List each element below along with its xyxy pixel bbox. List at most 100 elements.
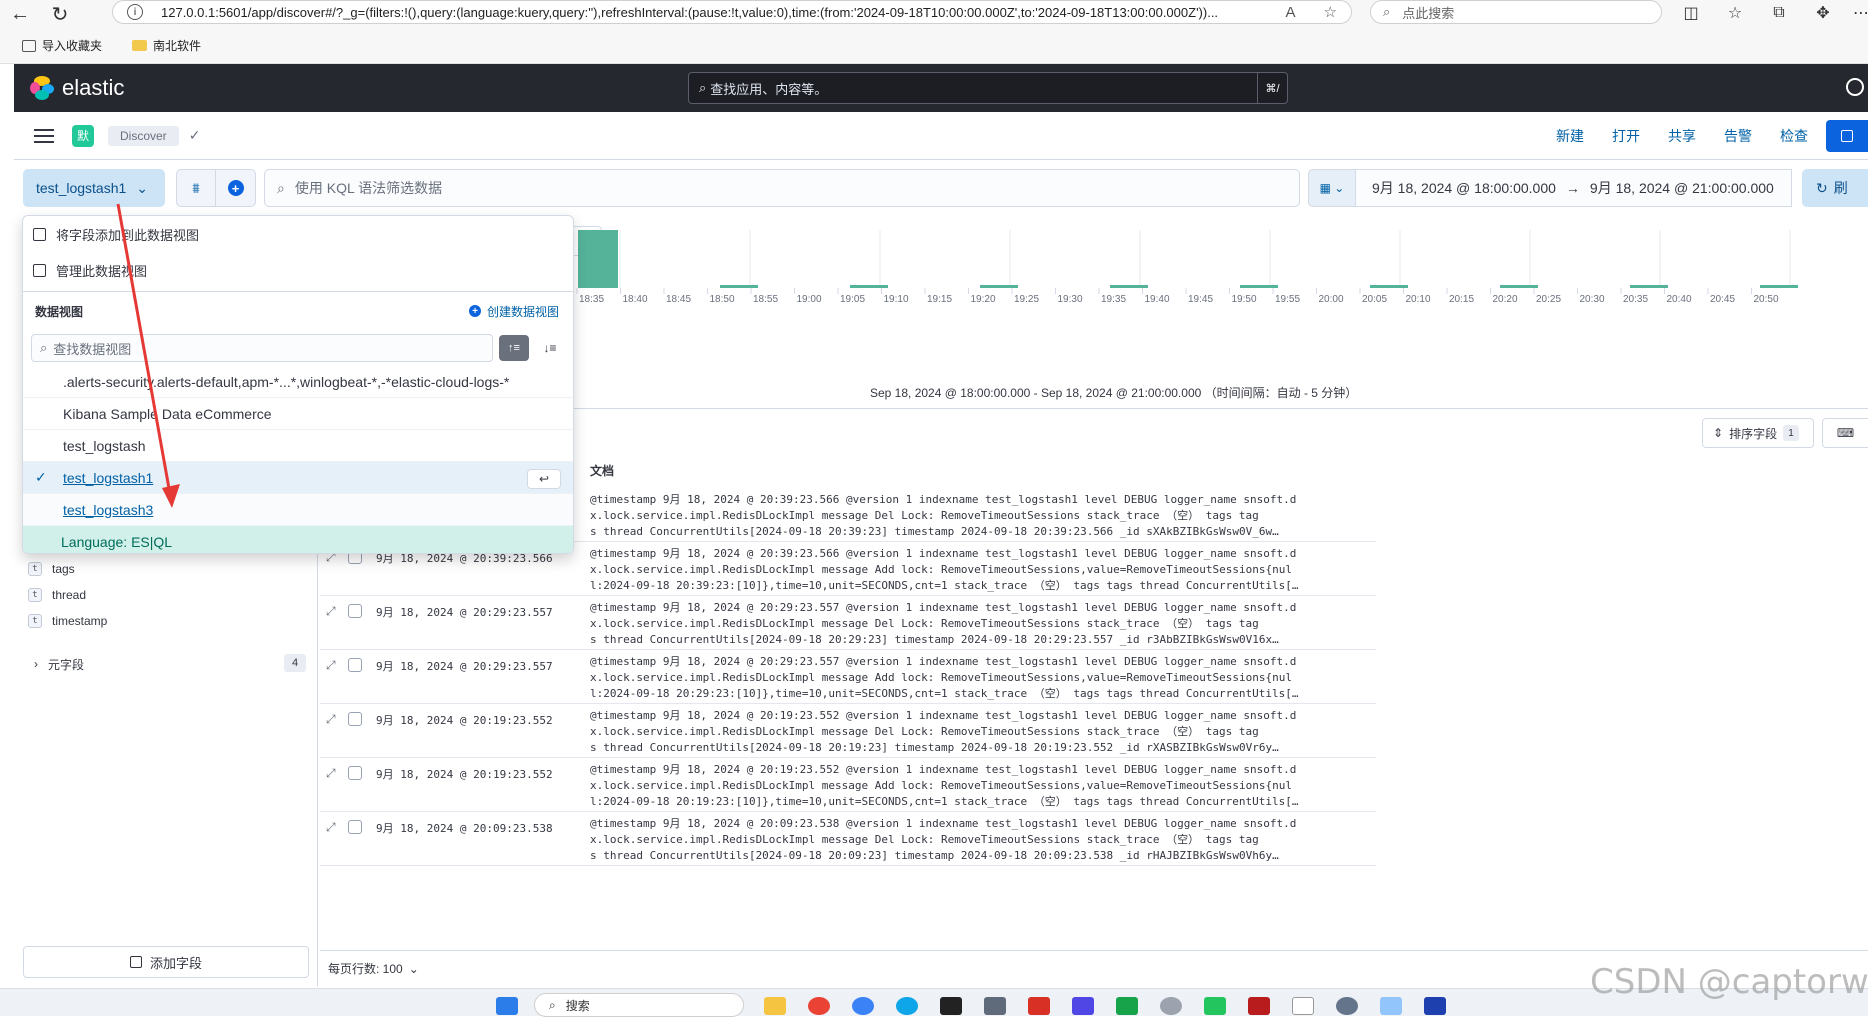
settings-icon[interactable] xyxy=(1336,997,1358,1015)
expand-row-icon[interactable]: ⤢ xyxy=(326,604,336,619)
app-icon[interactable] xyxy=(1160,997,1182,1015)
expand-row-icon[interactable]: ⤢ xyxy=(326,712,336,727)
histogram-bar[interactable] xyxy=(1630,285,1668,288)
notes-icon[interactable] xyxy=(1116,997,1138,1015)
data-view-option[interactable]: test_logstash3 xyxy=(23,494,573,526)
manage-data-view[interactable]: 管理此数据视图 xyxy=(23,252,573,288)
date-start[interactable]: 9月 18, 2024 @ 18:00:00.000 xyxy=(1372,178,1556,198)
refresh-button[interactable]: ↻ 刷 xyxy=(1802,169,1868,207)
app-icon[interactable] xyxy=(1380,997,1402,1015)
browser-icon[interactable] xyxy=(852,997,874,1015)
back-icon[interactable]: ← xyxy=(0,0,40,28)
menu-new[interactable]: 新建 xyxy=(1556,126,1584,146)
menu-inspect[interactable]: 检查 xyxy=(1780,126,1808,146)
add-field-to-data-view[interactable]: 将字段添加到此数据视图 xyxy=(23,216,573,252)
save-button[interactable] xyxy=(1826,120,1868,152)
row-checkbox[interactable] xyxy=(348,712,362,726)
calculator-icon[interactable] xyxy=(1072,997,1094,1015)
kql-query-input[interactable]: ⌕ 使用 KQL 语法筛选数据 xyxy=(264,169,1300,207)
data-view-option[interactable]: ✓ test_logstash1 ↩ xyxy=(23,462,573,494)
app-icon[interactable] xyxy=(1204,997,1226,1015)
sort-descending-button[interactable]: ↓≡ xyxy=(535,335,565,361)
date-end[interactable]: 9月 18, 2024 @ 21:00:00.000 xyxy=(1590,178,1774,198)
histogram-bar[interactable] xyxy=(1110,285,1148,288)
more-icon[interactable]: ⋯ xyxy=(1850,2,1868,24)
sort-ascending-button[interactable]: ↑≡ xyxy=(499,335,529,361)
expand-row-icon[interactable]: ⤢ xyxy=(326,766,336,781)
language-esql-button[interactable]: Language: ES|QL xyxy=(23,526,573,553)
file-explorer-icon[interactable] xyxy=(764,997,786,1015)
document-line: @timestamp 9月 18, 2024 @ 20:39:23.566 @v… xyxy=(590,493,1297,506)
field-item-timestamp[interactable]: t timestamp xyxy=(28,610,107,632)
histogram-bar[interactable] xyxy=(850,285,888,288)
edge-icon[interactable] xyxy=(896,997,918,1015)
search-icon: ⌕ xyxy=(549,997,556,1012)
field-item-thread[interactable]: t thread xyxy=(28,584,86,606)
histogram-bar[interactable] xyxy=(1240,285,1278,288)
meta-fields-toggle[interactable]: › 元字段 4 xyxy=(28,652,318,676)
start-icon[interactable] xyxy=(496,997,518,1015)
date-quick-menu-button[interactable]: ▦ ⌄ xyxy=(1308,169,1356,207)
histogram-bar[interactable] xyxy=(1500,285,1538,288)
field-item-tags[interactable]: t tags xyxy=(28,558,75,580)
data-view-option[interactable]: .alerts-security.alerts-default,apm-*...… xyxy=(23,366,573,398)
histogram-bar[interactable] xyxy=(720,285,758,288)
row-timestamp: 9月 18, 2024 @ 20:29:23.557 xyxy=(376,606,553,619)
taskbar-search[interactable]: ⌕ 搜索 xyxy=(534,993,744,1017)
favorites-icon[interactable]: ☆ xyxy=(1724,2,1746,24)
space-avatar[interactable]: 默 xyxy=(72,124,94,147)
add-filter-button[interactable]: + xyxy=(216,169,256,207)
favorite-star-icon[interactable]: ☆ xyxy=(1324,3,1337,21)
menu-open[interactable]: 打开 xyxy=(1612,126,1640,146)
rows-per-page-button[interactable]: 每页行数: 100 xyxy=(328,960,403,977)
terminal-icon[interactable] xyxy=(940,997,962,1015)
histogram-bar[interactable] xyxy=(1370,285,1408,288)
chrome-icon[interactable] xyxy=(808,997,830,1015)
hamburger-menu-icon[interactable] xyxy=(34,128,54,143)
help-icon[interactable] xyxy=(1846,78,1864,96)
address-bar[interactable]: i 127.0.0.1:5601/app/discover#/?_g=(filt… xyxy=(112,0,1352,24)
bookmark-folder[interactable]: 南北软件 xyxy=(132,37,201,54)
app-icon[interactable] xyxy=(984,997,1006,1015)
site-info-icon[interactable]: i xyxy=(127,4,143,20)
expand-row-icon[interactable]: ⤢ xyxy=(326,820,336,835)
data-view-picker[interactable]: test_logstash1 ⌄ xyxy=(23,169,165,207)
app-icon[interactable] xyxy=(1424,997,1446,1015)
row-checkbox[interactable] xyxy=(348,604,362,618)
browser-search-box[interactable]: ⌕ 点此搜索 xyxy=(1370,0,1662,24)
reload-icon[interactable]: ↻ xyxy=(40,0,80,28)
histogram-bar[interactable] xyxy=(980,285,1018,288)
extensions-icon[interactable]: ✥ xyxy=(1812,2,1834,24)
menu-share[interactable]: 共享 xyxy=(1668,126,1696,146)
keyboard-shortcuts-button[interactable]: ⌨ xyxy=(1822,418,1868,448)
create-data-view-link[interactable]: + 创建数据视图 xyxy=(468,303,559,320)
collections-icon[interactable]: ⧉ xyxy=(1768,2,1790,24)
ide-icon[interactable] xyxy=(1248,997,1270,1015)
row-checkbox[interactable] xyxy=(348,658,362,672)
read-aloud-icon[interactable]: A xyxy=(1286,4,1296,21)
breadcrumb-discover[interactable]: Discover xyxy=(108,125,179,146)
data-view-option[interactable]: Kibana Sample Data eCommerce xyxy=(23,398,573,430)
data-view-option[interactable]: test_logstash xyxy=(23,430,573,462)
date-range-display[interactable]: 9月 18, 2024 @ 18:00:00.000 → 9月 18, 2024… xyxy=(1356,169,1792,207)
expand-row-icon[interactable]: ⤢ xyxy=(326,658,336,673)
wps-icon[interactable] xyxy=(1028,997,1050,1015)
data-view-search-input[interactable]: ⌕ 查找数据视图 xyxy=(31,334,493,362)
histogram-bar[interactable] xyxy=(578,230,618,288)
elastic-logo[interactable]: elastic xyxy=(30,75,124,101)
bookmark-import[interactable]: 导入收藏夹 xyxy=(22,37,102,54)
check-icon: ✓ xyxy=(188,127,201,143)
row-checkbox[interactable] xyxy=(348,820,362,834)
row-checkbox[interactable] xyxy=(348,766,362,780)
add-field-button[interactable]: 添加字段 xyxy=(23,946,309,978)
filter-options-button[interactable]: ⩩ xyxy=(176,169,216,207)
document-line: @timestamp 9月 18, 2024 @ 20:29:23.557 @v… xyxy=(590,655,1297,668)
menu-alerts[interactable]: 告警 xyxy=(1724,126,1752,146)
split-screen-icon[interactable]: ◫ xyxy=(1680,2,1702,24)
table-row: ⤢ 9月 18, 2024 @ 20:29:23.557 @timestamp 9月… xyxy=(320,650,1376,704)
row-timestamp: 9月 18, 2024 @ 20:09:23.538 xyxy=(376,822,553,835)
global-search-input[interactable]: ⌕ 查找应用、内容等。 ⌘/ xyxy=(688,72,1288,104)
histogram-bar[interactable] xyxy=(1760,285,1798,288)
sort-fields-button[interactable]: ⇕ 排序字段 1 xyxy=(1702,418,1814,448)
typora-icon[interactable] xyxy=(1292,997,1314,1015)
